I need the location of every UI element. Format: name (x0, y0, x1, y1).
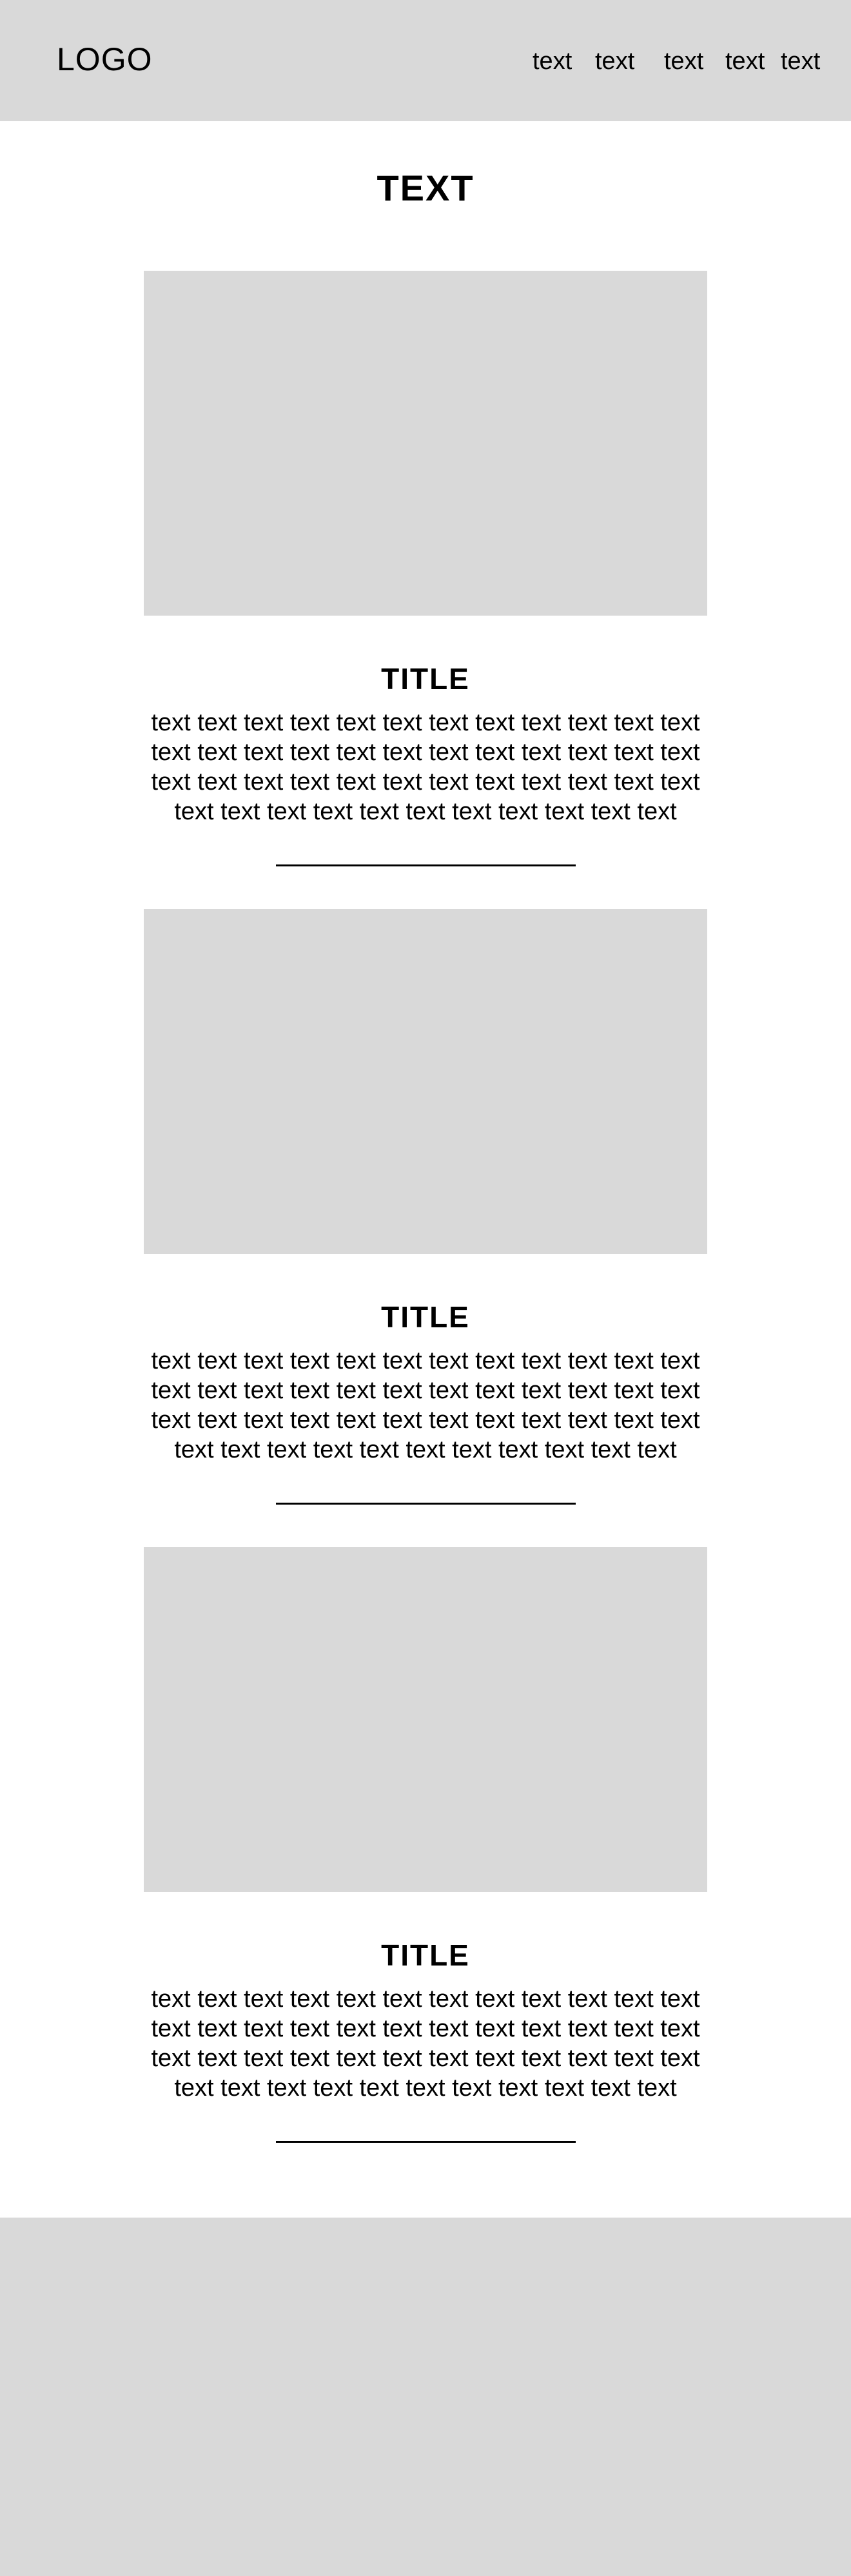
section-3-body: text text text text text text text text … (151, 1986, 700, 2102)
nav-item-4[interactable]: text (725, 46, 765, 76)
footer (0, 2218, 851, 2576)
section-2-image (144, 909, 707, 1254)
nav-item-5[interactable]: text (781, 46, 820, 76)
section-1-image (144, 271, 707, 616)
section-2-body: text text text text text text text text … (151, 1347, 700, 1463)
header: LOGO text text text text text (0, 0, 851, 121)
section-3-image (144, 1547, 707, 1892)
section-1-divider (276, 864, 576, 866)
nav-item-3[interactable]: text (664, 46, 703, 76)
page-title: TEXT (377, 168, 474, 208)
logo[interactable]: LOGO (57, 39, 152, 80)
section-2-title: TITLE (381, 1300, 470, 1334)
section-1-title: TITLE (381, 662, 470, 696)
section-2-divider (276, 1503, 576, 1505)
section-3-divider (276, 2141, 576, 2143)
section-3-title: TITLE (381, 1938, 470, 1972)
nav-item-2[interactable]: text (595, 46, 634, 76)
section-1-body: text text text text text text text text … (151, 709, 700, 825)
nav-item-1[interactable]: text (533, 46, 572, 76)
